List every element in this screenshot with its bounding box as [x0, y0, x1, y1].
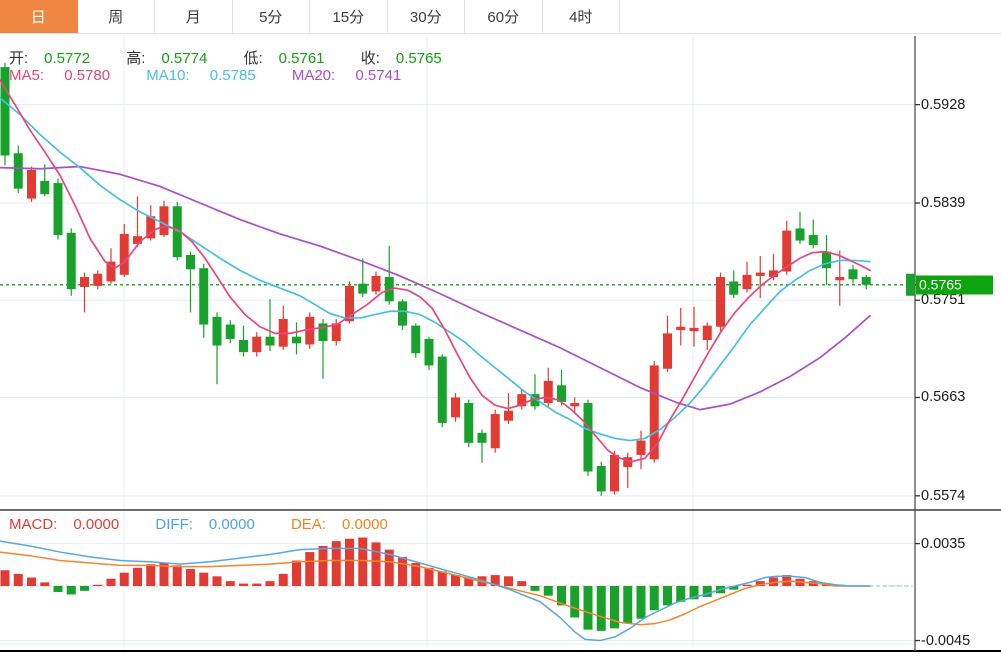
tab-week[interactable]: 周	[77, 0, 155, 33]
chart-window: 日 周 月 5分 15分 30分 60分 4时 开: 0.5772 高: 0.577…	[0, 0, 1001, 657]
ma10-value: MA10: 0.5785	[146, 67, 256, 84]
axis-label-price: 0.5928	[921, 96, 966, 113]
tab-60min[interactable]: 60分	[465, 0, 543, 33]
tab-4hour[interactable]: 4时	[542, 0, 620, 33]
ma5-value: MA5: 0.5780	[9, 67, 111, 84]
ma20-value: MA20: 0.5741	[291, 67, 402, 84]
close-value: 收: 0.5765	[360, 50, 442, 67]
candlestick-chart-canvas[interactable]	[0, 0, 1001, 657]
tab-30min[interactable]: 30分	[387, 0, 465, 33]
axis-label-price: 0.5751	[921, 292, 966, 309]
axis-label-macd: 0.0035	[921, 535, 966, 552]
axis-label-price: 0.5663	[921, 389, 966, 406]
macd-header: MACD: 0.0000 DIFF: 0.0000 DEA: 0.0000	[9, 516, 420, 533]
high-value: 高: 0.5774	[126, 50, 208, 67]
axis-label-price: 0.5839	[921, 195, 966, 211]
diff-value: DIFF: 0.0000	[155, 516, 255, 533]
tab-month[interactable]: 月	[155, 0, 233, 33]
ma-header: MA5: 0.5780 MA10: 0.5785 MA20: 0.5741	[9, 67, 433, 84]
axis-label-macd: -0.0045	[921, 632, 971, 649]
tab-15min[interactable]: 15分	[310, 0, 388, 33]
axis-label-price: 0.5574	[921, 487, 966, 504]
tab-5min[interactable]: 5分	[232, 0, 310, 33]
current-price-tag: 0.5765	[916, 275, 993, 295]
tab-day[interactable]: 日	[0, 0, 78, 33]
open-value: 开: 0.5772	[9, 50, 91, 67]
macd-value: MACD: 0.0000	[9, 516, 120, 533]
period-tabbar: 日 周 月 5分 15分 30分 60分 4时	[0, 0, 1001, 34]
ohlc-header: 开: 0.5772 高: 0.5774 低: 0.5761 收: 0.5765	[9, 47, 474, 68]
low-value: 低: 0.5761	[243, 50, 325, 67]
dea-value: DEA: 0.0000	[290, 516, 388, 533]
